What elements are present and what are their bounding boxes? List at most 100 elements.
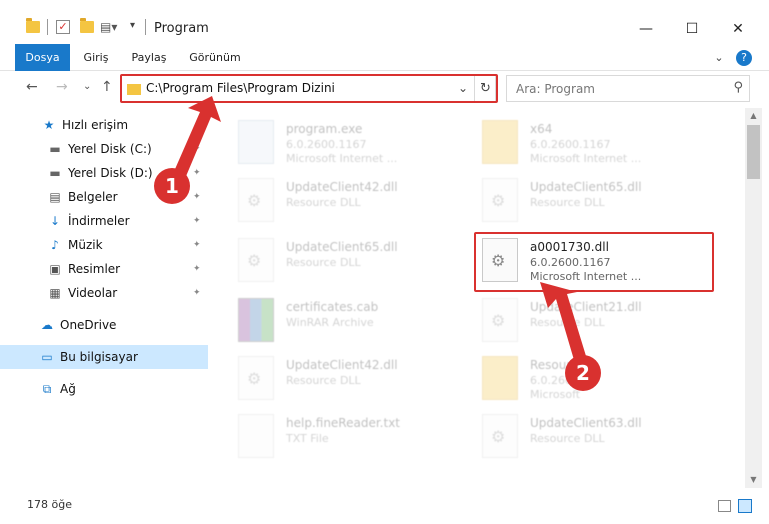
recent-locations-icon[interactable]: ⌄	[83, 81, 91, 92]
pin-icon[interactable]: ✦	[193, 137, 201, 161]
file-detail: 6.0.2600.1167	[530, 138, 611, 151]
sidebar-item-label: Müzik	[68, 238, 103, 252]
tab-view[interactable]: Görünüm	[185, 44, 245, 71]
search-input[interactable]: Ara: Program	[516, 82, 595, 96]
sidebar-item[interactable]: ★ Hızlı erişim	[0, 113, 208, 137]
pin-icon[interactable]: ✦	[193, 161, 201, 185]
sidebar-item[interactable]: ☁ OneDrive	[0, 313, 208, 337]
file-item[interactable]: program.exe 6.0.2600.1167 Microsoft Intern…	[238, 116, 478, 174]
pin-icon[interactable]: ✦	[193, 209, 201, 233]
file-item[interactable]: UpdateClient42.dll Resource DLL	[238, 174, 478, 232]
sidebar-item[interactable]: ⧉ Ağ	[0, 377, 208, 401]
file-item[interactable]: Resource 6.0.2600 Microsoft	[482, 352, 722, 410]
step-1-callout: 1	[154, 168, 190, 204]
pictures-icon: ▣	[49, 262, 61, 276]
address-highlight-box	[120, 74, 498, 103]
drive-icon: ▬	[49, 142, 61, 156]
minimize-button[interactable]: —	[623, 14, 669, 44]
divider	[47, 19, 48, 35]
pin-icon[interactable]: ✦	[193, 233, 201, 257]
navigation-pane: ★ Hızlı erişim ▬ Yerel Disk (C:) ✦ ▬ Yerel Dis…	[0, 108, 210, 488]
file-name: UpdateClient42.dll	[286, 358, 398, 372]
file-detail: WinRAR Archive	[286, 316, 374, 329]
sidebar-item-label: Yerel Disk (D:)	[68, 166, 153, 180]
view-options-icon[interactable]: ▤▾	[100, 20, 117, 34]
file-detail: Resource DLL	[286, 374, 361, 387]
dll-file-icon	[238, 356, 274, 400]
sidebar-item[interactable]: ↓ İndirmeler ✦	[0, 209, 208, 233]
file-name: UpdateClient65.dll	[530, 180, 642, 194]
scroll-down-icon[interactable]: ▼	[745, 472, 762, 488]
vertical-scrollbar[interactable]: ▲ ▼	[745, 108, 762, 488]
sidebar-item-label: Hızlı erişim	[62, 118, 129, 132]
tab-home[interactable]: Giriş	[76, 44, 116, 71]
pin-icon[interactable]: ✦	[193, 281, 201, 305]
step-2-callout: 2	[565, 355, 601, 391]
new-folder-icon[interactable]	[80, 18, 94, 33]
file-item[interactable]: UpdateClient63.dll Resource DLL	[482, 410, 722, 468]
file-item[interactable]: UpdateClient65.dll Resource DLL	[238, 234, 478, 292]
tab-share[interactable]: Paylaş	[124, 44, 174, 71]
navigation-bar: ← → ⌄ ↑ C:\Program Files\Program Dizini …	[0, 71, 769, 105]
details-view-icon[interactable]	[718, 500, 731, 512]
large-icons-view-icon[interactable]	[738, 499, 752, 513]
txt-file-icon	[238, 414, 274, 458]
music-icon: ♪	[51, 238, 59, 252]
file-detail: Resource DLL	[286, 256, 361, 269]
file-item[interactable]: UpdateClient42.dll Resource DLL	[238, 352, 478, 410]
file-detail: TXT File	[286, 432, 329, 445]
title-bar: ✓ ▤▾ ▾ Program — ☐ ✕	[0, 0, 769, 44]
search-box[interactable]: Ara: Program ⚲	[506, 75, 750, 102]
dll-file-icon	[482, 298, 518, 342]
pin-icon[interactable]: ✦	[193, 257, 201, 281]
sidebar-item[interactable]: ▬ Yerel Disk (C:) ✦	[0, 137, 208, 161]
network-icon: ⧉	[42, 382, 52, 396]
file-name: UpdateClient65.dll	[286, 240, 398, 254]
quick-access-star-icon: ★	[43, 118, 55, 132]
documents-icon: ▤	[49, 190, 61, 204]
pin-icon[interactable]: ✦	[193, 185, 201, 209]
close-button[interactable]: ✕	[715, 14, 761, 44]
file-detail: 6.0.2600.1167	[286, 138, 367, 151]
sidebar-item[interactable]: ▦ Videolar ✦	[0, 281, 208, 305]
sidebar-item[interactable]: ▣ Resimler ✦	[0, 257, 208, 281]
sidebar-item[interactable]: ♪ Müzik ✦	[0, 233, 208, 257]
up-button[interactable]: ↑	[101, 79, 113, 95]
scroll-up-icon[interactable]: ▲	[745, 108, 762, 124]
dll-file-icon	[238, 178, 274, 222]
file-name: UpdateClient42.dll	[286, 180, 398, 194]
back-button[interactable]: ←	[26, 79, 38, 95]
folder-icon	[26, 18, 40, 33]
search-icon[interactable]: ⚲	[733, 80, 743, 95]
file-item[interactable]: certificates.cab WinRAR Archive	[238, 294, 478, 352]
file-detail: Resource DLL	[530, 316, 605, 329]
scroll-thumb[interactable]	[747, 125, 760, 179]
file-highlight-box	[474, 232, 714, 292]
dll-file-icon	[238, 238, 274, 282]
sidebar-item-label: Ağ	[60, 382, 76, 396]
divider	[145, 19, 146, 35]
window-title: Program	[154, 21, 209, 36]
file-item[interactable]: help.fineReader.txt TXT File	[238, 410, 478, 468]
ribbon-tabs: Dosya Giriş Paylaş Görünüm ⌄ ?	[0, 44, 769, 102]
file-detail: Microsoft	[530, 388, 581, 401]
downloads-icon: ↓	[49, 214, 61, 228]
file-name: certificates.cab	[286, 300, 379, 314]
sidebar-item-label: Videolar	[68, 286, 118, 300]
file-item[interactable]: UpdateClient65.dll Resource DLL	[482, 174, 722, 232]
file-name: help.fineReader.txt	[286, 416, 400, 430]
quick-access-dropdown-icon[interactable]: ▾	[130, 20, 135, 31]
forward-button[interactable]: →	[56, 79, 68, 95]
file-item[interactable]: UpdateClient21.dll Resource DLL	[482, 294, 722, 352]
exe-file-icon	[238, 120, 274, 164]
file-name: x64	[530, 122, 553, 136]
dll-file-icon	[482, 414, 518, 458]
computer-icon: ▭	[41, 350, 53, 364]
properties-check-icon[interactable]: ✓	[56, 20, 70, 34]
ribbon-expand-icon[interactable]: ⌄	[710, 44, 728, 71]
sidebar-item[interactable]: ▭ Bu bilgisayar	[0, 345, 208, 369]
help-icon[interactable]: ?	[736, 50, 752, 66]
maximize-button[interactable]: ☐	[669, 14, 715, 44]
drive-icon: ▬	[49, 166, 61, 180]
file-item[interactable]: x64 6.0.2600.1167 Microsoft Internet ...	[482, 116, 722, 174]
